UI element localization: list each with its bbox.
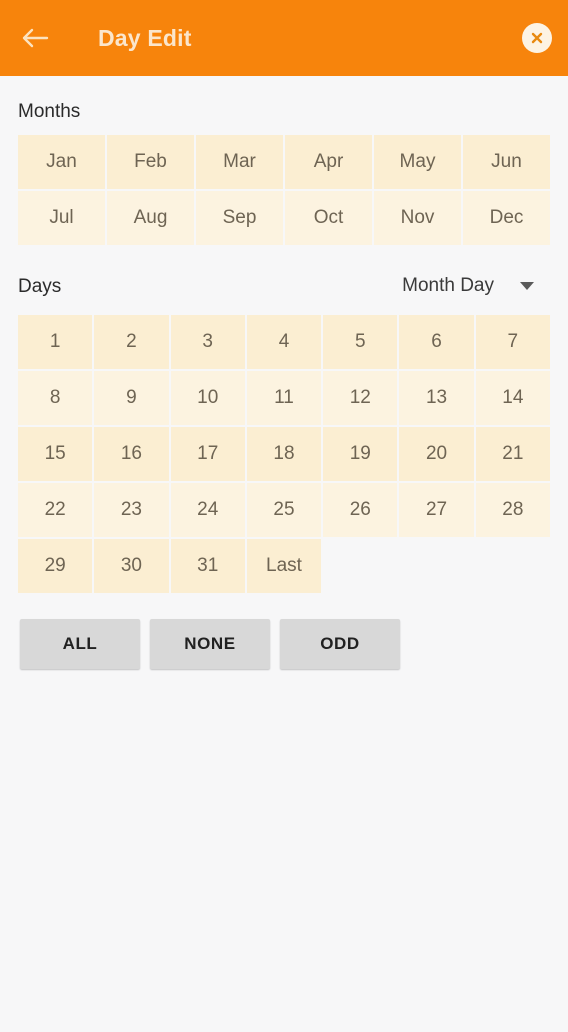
day-mode-dropdown[interactable]: Month Day <box>402 276 534 295</box>
months-section-header: Months <box>0 76 568 121</box>
month-cell-jan[interactable]: Jan <box>18 135 105 189</box>
day-cell-last[interactable]: Last <box>246 539 322 593</box>
day-cell-11[interactable]: 11 <box>246 371 322 425</box>
day-cell-21[interactable]: 21 <box>475 427 550 481</box>
month-cell-oct[interactable]: Oct <box>285 191 372 245</box>
day-cell-14[interactable]: 14 <box>475 371 550 425</box>
month-cell-jun[interactable]: Jun <box>463 135 550 189</box>
days-label: Days <box>18 275 62 297</box>
day-cell-2[interactable]: 2 <box>94 315 169 369</box>
day-cell-7[interactable]: 7 <box>475 315 550 369</box>
day-cell-23[interactable]: 23 <box>94 483 169 537</box>
day-cell-20[interactable]: 20 <box>399 427 474 481</box>
months-label: Months <box>18 101 81 122</box>
select-none-button[interactable]: NONE <box>150 619 270 669</box>
months-grid: Jan Feb Mar Apr May Jun Jul Aug Sep Oct Nov Dec <box>18 135 550 245</box>
grid-empty-cell <box>399 539 473 593</box>
select-all-button[interactable]: ALL <box>20 619 140 669</box>
close-icon[interactable] <box>522 23 552 53</box>
day-cell-17[interactable]: 17 <box>170 427 245 481</box>
day-cell-31[interactable]: 31 <box>170 539 245 593</box>
day-cell-12[interactable]: 12 <box>323 371 398 425</box>
day-cell-16[interactable]: 16 <box>94 427 169 481</box>
day-cell-28[interactable]: 28 <box>475 483 550 537</box>
day-cell-22[interactable]: 22 <box>18 483 93 537</box>
grid-empty-cell <box>323 539 397 593</box>
day-cell-24[interactable]: 24 <box>170 483 245 537</box>
day-cell-18[interactable]: 18 <box>246 427 322 481</box>
day-cell-1[interactable]: 1 <box>18 315 93 369</box>
day-cell-27[interactable]: 27 <box>399 483 474 537</box>
day-cell-19[interactable]: 19 <box>323 427 398 481</box>
back-arrow-icon[interactable] <box>18 21 52 55</box>
days-section-header: Days Month Day <box>0 245 568 301</box>
month-cell-nov[interactable]: Nov <box>374 191 461 245</box>
day-cell-30[interactable]: 30 <box>94 539 169 593</box>
month-cell-jul[interactable]: Jul <box>18 191 105 245</box>
day-cell-10[interactable]: 10 <box>170 371 245 425</box>
month-cell-dec[interactable]: Dec <box>463 191 550 245</box>
day-cell-4[interactable]: 4 <box>246 315 322 369</box>
select-odd-button[interactable]: ODD <box>280 619 400 669</box>
day-cell-29[interactable]: 29 <box>18 539 93 593</box>
month-cell-sep[interactable]: Sep <box>196 191 283 245</box>
day-cell-25[interactable]: 25 <box>246 483 322 537</box>
chevron-down-icon <box>520 282 534 290</box>
day-cell-8[interactable]: 8 <box>18 371 93 425</box>
day-cell-13[interactable]: 13 <box>399 371 474 425</box>
grid-empty-cell <box>476 539 550 593</box>
month-cell-may[interactable]: May <box>374 135 461 189</box>
action-button-row: ALL NONE ODD <box>20 619 568 669</box>
app-header: Day Edit <box>0 0 568 76</box>
day-cell-5[interactable]: 5 <box>323 315 398 369</box>
day-cell-9[interactable]: 9 <box>94 371 169 425</box>
month-cell-mar[interactable]: Mar <box>196 135 283 189</box>
day-mode-value: Month Day <box>402 274 494 296</box>
day-cell-6[interactable]: 6 <box>399 315 474 369</box>
month-cell-aug[interactable]: Aug <box>107 191 194 245</box>
month-cell-feb[interactable]: Feb <box>107 135 194 189</box>
month-cell-apr[interactable]: Apr <box>285 135 372 189</box>
day-cell-15[interactable]: 15 <box>18 427 93 481</box>
days-grid: 1 2 3 4 5 6 7 8 9 10 11 12 13 14 15 16 17 18 19 20 21 22 23 24 2… <box>18 315 550 593</box>
day-cell-26[interactable]: 26 <box>323 483 398 537</box>
day-cell-3[interactable]: 3 <box>170 315 245 369</box>
page-title: Day Edit <box>98 24 192 51</box>
